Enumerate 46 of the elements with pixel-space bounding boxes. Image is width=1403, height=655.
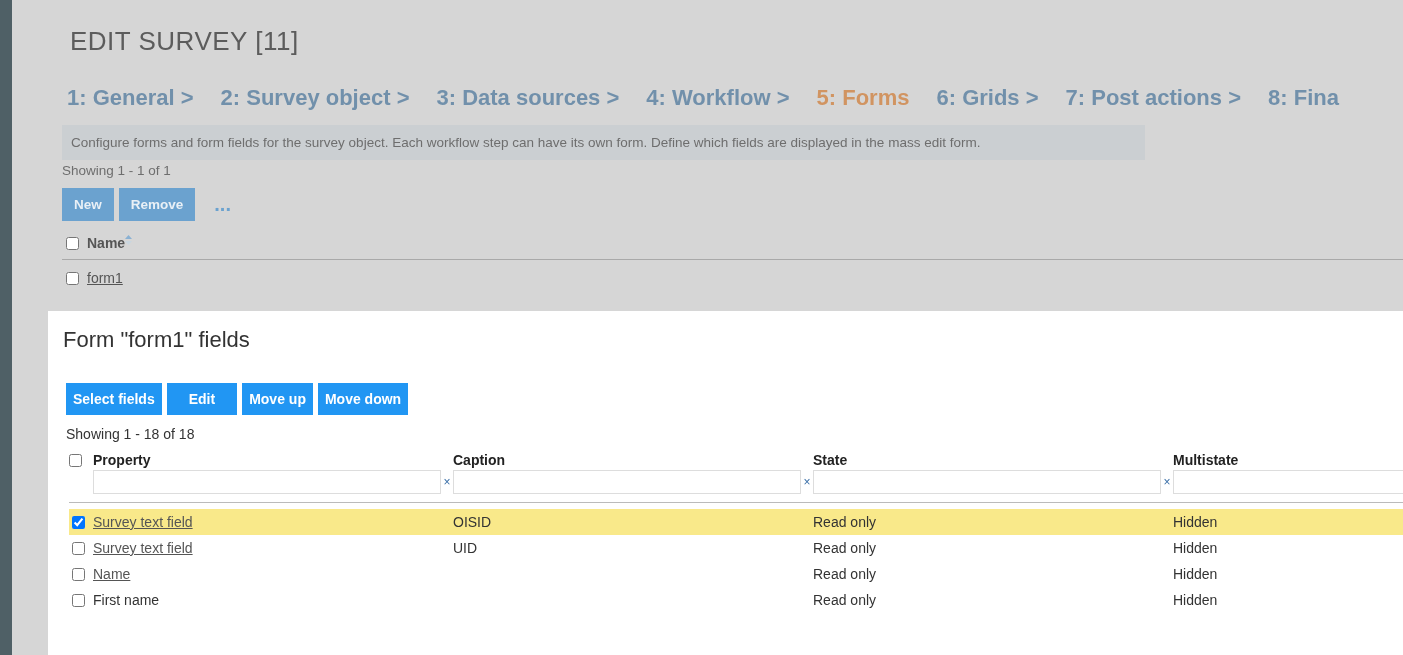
- column-header[interactable]: Caption: [453, 452, 801, 468]
- property-link[interactable]: Name: [93, 566, 131, 582]
- table-row[interactable]: Survey text field UID Read only Hidden: [69, 535, 1403, 561]
- clear-filter-button[interactable]: ×: [1161, 475, 1173, 489]
- column-header[interactable]: State: [813, 452, 1161, 468]
- filter-field[interactable]: [813, 470, 1161, 494]
- row-checkbox[interactable]: [72, 541, 85, 555]
- move-down-button[interactable]: Move down: [317, 383, 409, 415]
- highlighted-table-row[interactable]: Survey text field OISID Read only Hidden: [69, 509, 1403, 535]
- property-link[interactable]: Survey text field: [93, 540, 193, 556]
- clear-filter-button[interactable]: ×: [441, 475, 453, 489]
- row-checkbox[interactable]: [72, 515, 85, 529]
- info-banner: Configure forms and form fields for the survey object. Each workflow step can have its own form. Define which fields are displayed in the mass edit form.: [62, 125, 1145, 160]
- page-title: EDIT SURVEY [11]: [70, 26, 300, 57]
- table-cell: Read only: [813, 566, 877, 582]
- table-cell: Read only: [813, 540, 877, 556]
- table-row[interactable]: First name Read only Hidden: [69, 587, 1403, 613]
- dialog-title: Form "form1" fields: [63, 327, 251, 353]
- column-header[interactable]: Property: [93, 452, 441, 468]
- table-cell: UID: [453, 540, 478, 556]
- table-cell: Read only: [813, 514, 877, 530]
- filter-field[interactable]: [93, 470, 441, 494]
- property-link[interactable]: Survey text field: [93, 514, 193, 530]
- select-fields-button[interactable]: Select fields: [66, 383, 162, 415]
- filter-field[interactable]: [453, 470, 801, 494]
- row-checkbox[interactable]: [72, 567, 85, 581]
- row-checkbox[interactable]: [72, 593, 85, 607]
- select-all-checkbox[interactable]: [69, 453, 82, 467]
- column-header[interactable]: Multistate: [1173, 452, 1403, 468]
- table-cell: First name: [93, 592, 160, 608]
- move-up-button[interactable]: Move up: [242, 383, 313, 415]
- row-checkbox[interactable]: [66, 271, 79, 285]
- table-cell: Hidden: [1173, 514, 1218, 530]
- table-cell: Read only: [813, 592, 877, 608]
- table-cell: Hidden: [1173, 592, 1218, 608]
- select-all-checkbox[interactable]: [66, 236, 79, 250]
- table-cell: OISID: [453, 514, 492, 530]
- table-cell: Hidden: [1173, 540, 1218, 556]
- clear-filter-button[interactable]: ×: [801, 475, 813, 489]
- table-cell: Hidden: [1173, 566, 1218, 582]
- edit-button[interactable]: Edit: [166, 383, 238, 415]
- table-row[interactable]: Name Read only Hidden: [69, 561, 1403, 587]
- column-header[interactable]: Name: [87, 235, 126, 251]
- form-link[interactable]: form1: [87, 270, 123, 286]
- paging-info: Showing 1 - 1 of 1: [62, 163, 172, 178]
- paging-info: Showing 1 - 18 of 18: [66, 426, 196, 442]
